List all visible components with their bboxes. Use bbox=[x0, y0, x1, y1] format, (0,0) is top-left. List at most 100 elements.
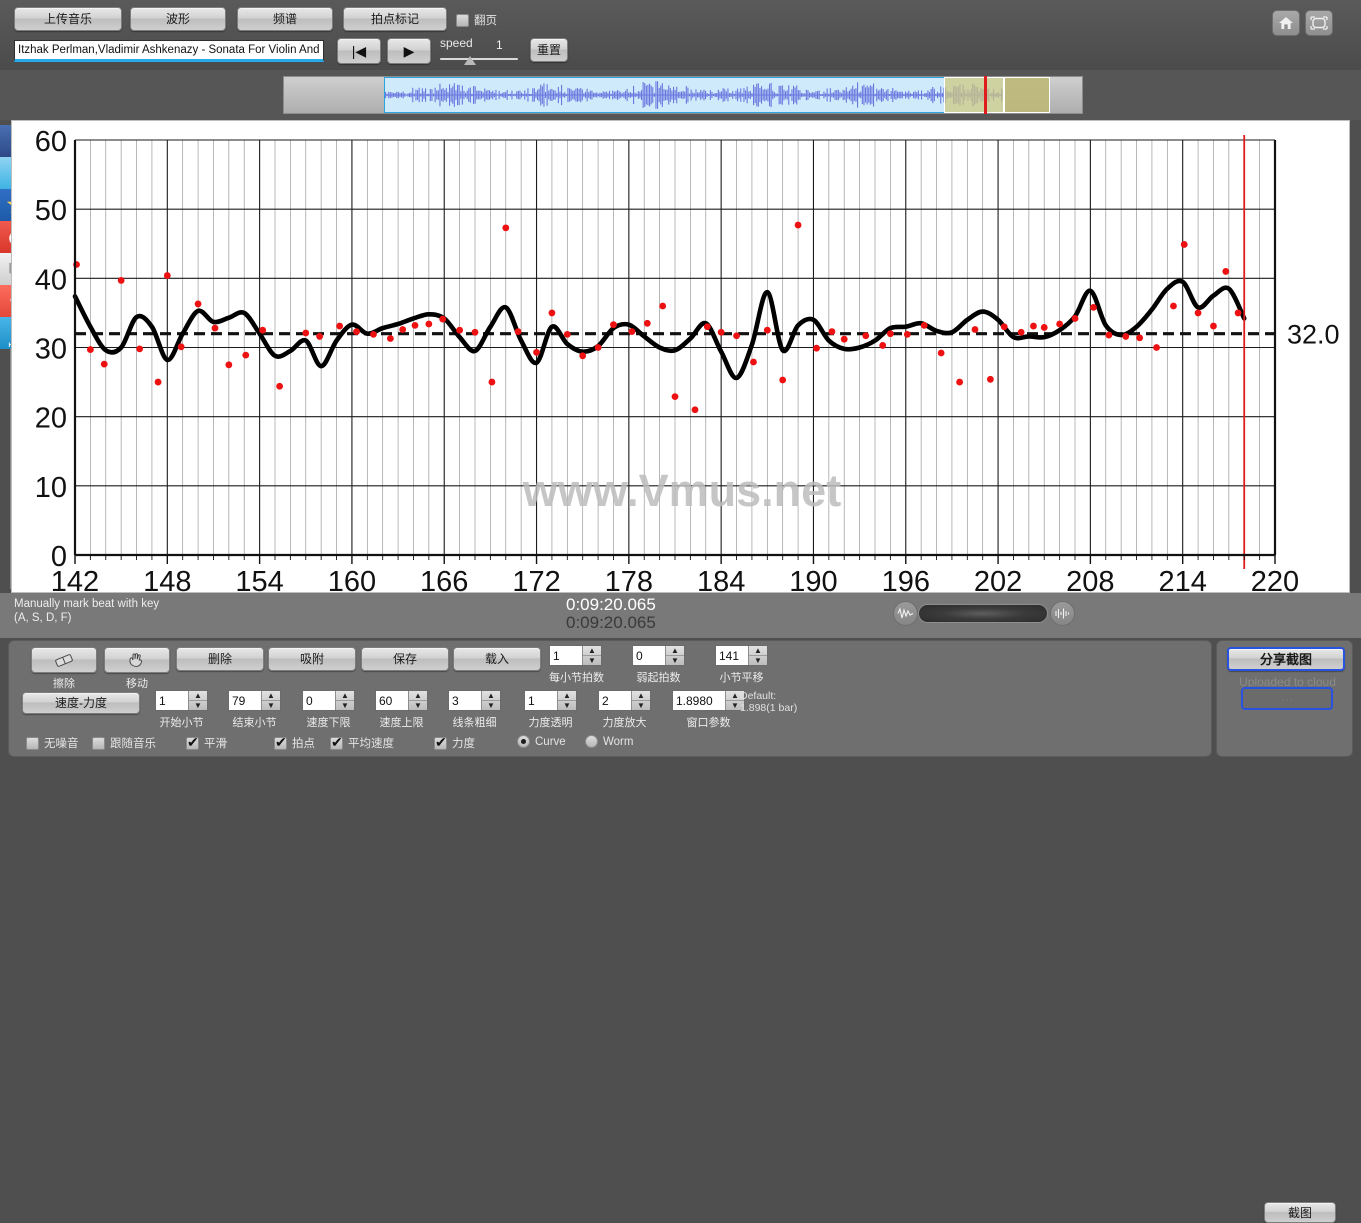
beat-point[interactable] bbox=[515, 328, 522, 335]
beat-point[interactable] bbox=[302, 330, 309, 337]
cloud-link-button[interactable]: ··· bbox=[1241, 687, 1333, 710]
checkbox-beats[interactable]: 拍点 bbox=[274, 735, 315, 751]
beat-point[interactable] bbox=[887, 330, 894, 337]
beat-point[interactable] bbox=[987, 376, 994, 383]
spinner-box-window-param[interactable]: 1.8980▲▼ bbox=[672, 690, 745, 711]
beat-point[interactable] bbox=[1105, 332, 1112, 339]
speed-slider-track[interactable] bbox=[440, 58, 518, 60]
checkbox-box-follow-music[interactable] bbox=[92, 737, 105, 750]
beat-point[interactable] bbox=[829, 328, 836, 335]
beat-point[interactable] bbox=[164, 272, 171, 279]
spinner-arrows-dynamics-alpha[interactable]: ▲▼ bbox=[557, 691, 576, 710]
spinner-up-beats-per-bar[interactable]: ▲ bbox=[583, 646, 601, 656]
checkbox-box-page-flip[interactable] bbox=[456, 14, 469, 27]
spinner-up-dynamics-alpha[interactable]: ▲ bbox=[558, 691, 576, 701]
spinner-down-tempo-min[interactable]: ▼ bbox=[336, 701, 354, 710]
spinner-box-pickup-beats[interactable]: 0▲▼ bbox=[632, 645, 685, 666]
beat-point[interactable] bbox=[1136, 334, 1143, 341]
beat-point[interactable] bbox=[425, 321, 432, 328]
beat-point[interactable] bbox=[178, 343, 185, 350]
spinner-up-bar-shift[interactable]: ▲ bbox=[749, 646, 767, 656]
beat-point[interactable] bbox=[579, 352, 586, 359]
spinner-value-start-bar[interactable]: 1 bbox=[156, 691, 188, 710]
beat-point[interactable] bbox=[225, 361, 232, 368]
spinner-value-end-bar[interactable]: 79 bbox=[229, 691, 261, 710]
radio-box-curve[interactable] bbox=[517, 735, 530, 748]
beat-point[interactable] bbox=[118, 277, 125, 284]
spectrum-button[interactable]: 频谱 bbox=[237, 7, 333, 31]
spinner-value-tempo-min[interactable]: 0 bbox=[303, 691, 335, 710]
home-icon[interactable] bbox=[1272, 10, 1300, 36]
spinner-box-tempo-min[interactable]: 0▲▼ bbox=[302, 690, 355, 711]
waveform-tail-region[interactable] bbox=[1004, 77, 1050, 113]
spinner-box-dynamics-zoom[interactable]: 2▲▼ bbox=[598, 690, 651, 711]
volume-slider[interactable] bbox=[918, 604, 1048, 623]
beat-point[interactable] bbox=[316, 333, 323, 340]
checkbox-avg-tempo[interactable]: 平均速度 bbox=[330, 735, 394, 751]
beat-point[interactable] bbox=[692, 406, 699, 413]
spinner-box-bar-shift[interactable]: 141▲▼ bbox=[715, 645, 768, 666]
waveform-loop-region[interactable] bbox=[944, 77, 1004, 113]
beat-point[interactable] bbox=[533, 349, 540, 356]
spinner-up-dynamics-zoom[interactable]: ▲ bbox=[632, 691, 650, 701]
save-button[interactable]: 保存 bbox=[361, 647, 449, 671]
beat-point[interactable] bbox=[629, 328, 636, 335]
spinner-box-end-bar[interactable]: 79▲▼ bbox=[228, 690, 281, 711]
beat-point[interactable] bbox=[1195, 310, 1202, 317]
spinner-down-dynamics-zoom[interactable]: ▼ bbox=[632, 701, 650, 710]
spinner-up-end-bar[interactable]: ▲ bbox=[262, 691, 280, 701]
beat-point[interactable] bbox=[1170, 303, 1177, 310]
spinner-arrows-beats-per-bar[interactable]: ▲▼ bbox=[582, 646, 601, 665]
tempo-chart[interactable]: www.Vmus.net32.0010203040506014214815416… bbox=[12, 121, 1351, 594]
spinner-value-dynamics-zoom[interactable]: 2 bbox=[599, 691, 631, 710]
beat-point[interactable] bbox=[1122, 333, 1129, 340]
beat-point[interactable] bbox=[370, 331, 377, 338]
spinner-up-tempo-max[interactable]: ▲ bbox=[409, 691, 427, 701]
spinner-down-start-bar[interactable]: ▼ bbox=[189, 701, 207, 710]
speed-dynamics-button[interactable]: 速度-力度 bbox=[22, 692, 140, 714]
spinner-arrows-dynamics-zoom[interactable]: ▲▼ bbox=[631, 691, 650, 710]
beat-point[interactable] bbox=[733, 332, 740, 339]
beat-point[interactable] bbox=[1030, 323, 1037, 330]
checkbox-dynamics[interactable]: 力度 bbox=[434, 735, 475, 751]
beat-point[interactable] bbox=[750, 359, 757, 366]
beat-marks-button[interactable]: 拍点标记 bbox=[343, 7, 447, 31]
beat-point[interactable] bbox=[242, 352, 249, 359]
upload-music-button[interactable]: 上传音乐 bbox=[14, 7, 122, 31]
checkbox-no-echo[interactable]: 无噪音 bbox=[26, 735, 79, 751]
radio-box-worm[interactable] bbox=[585, 735, 598, 748]
beat-point[interactable] bbox=[136, 345, 143, 352]
beat-point[interactable] bbox=[1041, 324, 1048, 331]
spinner-up-line-thickness[interactable]: ▲ bbox=[482, 691, 500, 701]
waveform-button[interactable]: 波形 bbox=[130, 7, 226, 31]
spinner-up-tempo-min[interactable]: ▲ bbox=[336, 691, 354, 701]
beat-point[interactable] bbox=[155, 379, 162, 386]
beat-point[interactable] bbox=[412, 322, 419, 329]
spinner-value-pickup-beats[interactable]: 0 bbox=[633, 646, 665, 665]
beat-point[interactable] bbox=[862, 332, 869, 339]
erase-tool-button[interactable] bbox=[31, 647, 97, 673]
delete-button[interactable]: 删除 bbox=[176, 647, 264, 671]
beat-point[interactable] bbox=[644, 320, 651, 327]
beat-point[interactable] bbox=[195, 301, 202, 308]
beat-point[interactable] bbox=[938, 350, 945, 357]
beat-point[interactable] bbox=[399, 326, 406, 333]
beat-point[interactable] bbox=[502, 224, 509, 231]
beat-point[interactable] bbox=[564, 331, 571, 338]
checkbox-box-dynamics[interactable] bbox=[434, 737, 447, 750]
waveform-scroll-region[interactable] bbox=[283, 76, 1083, 114]
spinner-value-line-thickness[interactable]: 3 bbox=[449, 691, 481, 710]
checkbox-box-no-echo[interactable] bbox=[26, 737, 39, 750]
beat-point[interactable] bbox=[1153, 344, 1160, 351]
spinner-down-pickup-beats[interactable]: ▼ bbox=[666, 656, 684, 665]
beat-point[interactable] bbox=[1235, 310, 1242, 317]
speed-slider-thumb[interactable] bbox=[464, 56, 476, 65]
play-button[interactable]: ▶ bbox=[387, 38, 431, 64]
beat-point[interactable] bbox=[921, 322, 928, 329]
fullscreen-icon[interactable] bbox=[1305, 10, 1333, 36]
beat-point[interactable] bbox=[87, 346, 94, 353]
beat-point[interactable] bbox=[813, 345, 820, 352]
spinner-down-end-bar[interactable]: ▼ bbox=[262, 701, 280, 710]
spinner-arrows-end-bar[interactable]: ▲▼ bbox=[261, 691, 280, 710]
share-screenshot-button[interactable]: 分享截图 bbox=[1227, 647, 1345, 671]
